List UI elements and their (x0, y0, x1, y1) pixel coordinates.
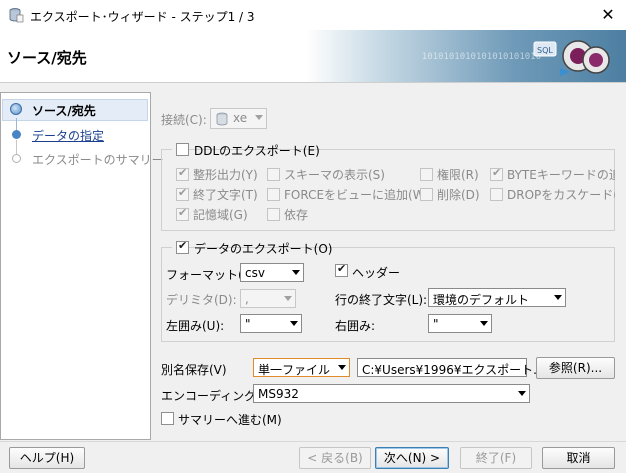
grants-checkbox[interactable] (420, 168, 433, 181)
drop-checkbox[interactable] (420, 188, 433, 201)
right-enclosure-select[interactable]: " (428, 314, 492, 333)
ddl-export-label: DDLのエクスポート(E) (194, 144, 320, 158)
go-to-summary-label: サマリーへ進む(M) (178, 413, 282, 427)
back-button[interactable]: < 戻る(B) (299, 447, 371, 469)
current-step-icon (10, 103, 22, 115)
connection-select[interactable]: xe (210, 108, 267, 129)
help-button[interactable]: ヘルプ(H) (9, 447, 85, 469)
header-label: ヘッダー (352, 266, 401, 280)
left-enclosure-select[interactable]: " (240, 314, 302, 333)
connection-label: 接続(C): (161, 113, 207, 127)
byte-keyword-label: BYTEキーワードの追加 (507, 168, 615, 182)
svg-text:SQL: SQL (537, 46, 553, 55)
ddl-export-checkbox[interactable] (176, 143, 189, 156)
line-end-value: 環境のデフォルト (433, 293, 530, 307)
go-to-summary-checkbox[interactable] (161, 412, 174, 425)
show-schema-label: スキーマの表示(S) (284, 168, 385, 182)
save-as-label: 別名保存(V) (161, 363, 227, 377)
left-enclosure-value: " (245, 317, 251, 331)
close-button[interactable]: ✕ (596, 4, 620, 26)
storage-label: 記憶域(G) (193, 208, 248, 222)
step-label: エクスポートのサマリー (32, 153, 164, 167)
force-view-label: FORCEをビューに追加(W) (284, 188, 430, 202)
data-export-legend: データのエクスポート(O) (172, 239, 332, 257)
browse-button[interactable]: 参照(R)... (536, 357, 615, 379)
data-export-checkbox[interactable] (176, 239, 189, 254)
format-select[interactable]: csv (240, 263, 304, 282)
pretty-print-label: 整形出力(Y) (193, 168, 258, 182)
chevron-down-icon (290, 321, 298, 326)
cascade-drop-checkbox[interactable] (490, 188, 503, 201)
right-enclosure-value: " (433, 317, 439, 331)
step-dot-icon (12, 130, 21, 139)
chevron-down-icon (292, 270, 300, 275)
encoding-select[interactable]: MS932 (253, 384, 530, 403)
dependents-checkbox[interactable] (267, 208, 280, 221)
chevron-down-icon (480, 321, 488, 326)
wizard-header: ソース/宛先 1010101010101010101010 SQL (0, 30, 626, 83)
drop-label: 削除(D) (437, 188, 480, 202)
delimiter-select[interactable]: , (240, 289, 296, 308)
step-dot-icon (12, 154, 21, 163)
database-export-icon: SQL (533, 40, 610, 76)
show-schema-checkbox[interactable] (267, 168, 280, 181)
delimiter-label: デリミタ(D): (166, 293, 237, 307)
wizard-steps-panel (0, 92, 151, 440)
chevron-down-icon (284, 296, 292, 301)
window-title: エクスポート･ウィザード - ステップ1 / 3 (30, 10, 255, 24)
save-as-mode-select[interactable]: 単一ファイル (253, 358, 350, 377)
next-button[interactable]: 次へ(N) > (375, 447, 449, 469)
step-label: データの指定 (32, 129, 105, 143)
file-path-value: C:¥Users¥1996¥エクスポート.csv (362, 363, 557, 377)
cascade-drop-label: DROPをカスケード(P) (507, 188, 615, 202)
line-end-label: 行の終了文字(L): (335, 293, 428, 307)
banner-binary-text: 1010101010101010101010 (421, 52, 541, 62)
force-view-checkbox[interactable] (267, 188, 280, 201)
step-connector (16, 140, 17, 155)
terminator-checkbox[interactable] (176, 186, 189, 201)
file-path-input[interactable]: C:¥Users¥1996¥エクスポート.csv (357, 358, 557, 377)
delimiter-value: , (245, 292, 249, 306)
grants-label: 権限(R) (437, 168, 479, 182)
chevron-down-icon (338, 365, 346, 370)
header-banner: 1010101010101010101010 SQL (306, 30, 626, 82)
finish-button[interactable]: 終了(F) (460, 447, 532, 469)
cancel-button[interactable]: 取消 (542, 447, 615, 469)
title-bar: エクスポート･ウィザード - ステップ1 / 3 ✕ (0, 0, 626, 30)
pretty-print-checkbox[interactable] (176, 166, 189, 181)
database-icon (216, 112, 228, 126)
right-enclosure-label: 右囲み: (335, 319, 376, 333)
close-icon: ✕ (601, 5, 615, 24)
terminator-label: 終了文字(T) (193, 188, 258, 202)
byte-keyword-checkbox[interactable] (490, 166, 503, 181)
chevron-down-icon (518, 391, 526, 396)
format-value: csv (245, 266, 265, 280)
ddl-export-legend: DDLのエクスポート(E) (172, 141, 320, 159)
connection-value: xe (233, 111, 248, 125)
storage-checkbox[interactable] (176, 206, 189, 221)
left-enclosure-label: 左囲み(U): (166, 319, 225, 333)
chevron-down-icon (554, 295, 562, 300)
save-as-mode-value: 単一ファイル (258, 363, 331, 377)
chevron-down-icon (255, 115, 263, 120)
step-label: ソース/宛先 (32, 104, 96, 118)
page-title: ソース/宛先 (7, 49, 87, 67)
dependents-label: 依存 (284, 208, 309, 222)
data-export-label: データのエクスポート(O) (194, 242, 333, 256)
header-checkbox[interactable] (335, 262, 348, 277)
line-end-select[interactable]: 環境のデフォルト (428, 288, 566, 307)
database-app-icon (9, 8, 24, 23)
encoding-value: MS932 (258, 387, 299, 401)
